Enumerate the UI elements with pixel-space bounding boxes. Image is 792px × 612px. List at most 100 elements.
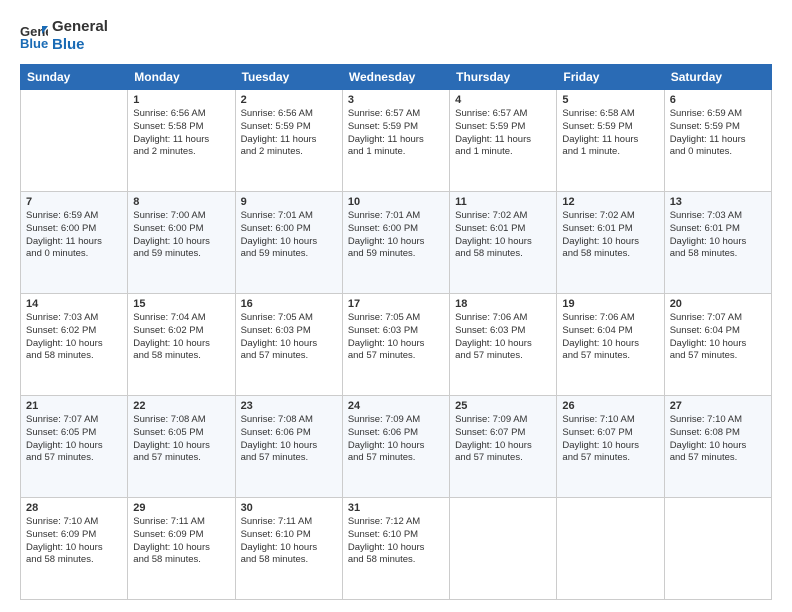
date-number: 16: [241, 298, 337, 310]
cell-text: and 2 minutes.: [241, 146, 337, 159]
cell-text: Sunrise: 7:07 AM: [26, 414, 122, 427]
calendar-cell: 22Sunrise: 7:08 AMSunset: 6:05 PMDayligh…: [128, 396, 235, 498]
week-row-2: 7Sunrise: 6:59 AMSunset: 6:00 PMDaylight…: [21, 192, 772, 294]
calendar-cell: 8Sunrise: 7:00 AMSunset: 6:00 PMDaylight…: [128, 192, 235, 294]
cell-text: Sunrise: 7:06 AM: [455, 312, 551, 325]
cell-text: Sunset: 6:04 PM: [562, 325, 658, 338]
calendar-cell: 29Sunrise: 7:11 AMSunset: 6:09 PMDayligh…: [128, 498, 235, 600]
date-number: 6: [670, 94, 766, 106]
logo-icon: General Blue: [20, 22, 48, 50]
date-number: 1: [133, 94, 229, 106]
cell-text: Sunset: 5:59 PM: [562, 121, 658, 134]
cell-text: Daylight: 10 hours: [670, 440, 766, 453]
date-number: 29: [133, 502, 229, 514]
date-number: 8: [133, 196, 229, 208]
calendar-cell: 14 Sunrise: 7:03 AMSunset: 6:02 PMDayligh…: [21, 294, 128, 396]
date-number: 20: [670, 298, 766, 310]
cell-text: Daylight: 10 hours: [348, 236, 444, 249]
day-header-monday: Monday: [128, 65, 235, 90]
cell-text: and 0 minutes.: [26, 248, 122, 261]
cell-text: and 57 minutes.: [26, 452, 122, 465]
date-number: 25: [455, 400, 551, 412]
cell-text: Sunset: 6:03 PM: [348, 325, 444, 338]
calendar-cell: 24Sunrise: 7:09 AMSunset: 6:06 PMDayligh…: [342, 396, 449, 498]
day-header-thursday: Thursday: [450, 65, 557, 90]
date-number: 26: [562, 400, 658, 412]
cell-text: Sunrise: 7:03 AM: [26, 312, 122, 325]
calendar-cell: 26Sunrise: 7:10 AMSunset: 6:07 PMDayligh…: [557, 396, 664, 498]
cell-text: Daylight: 10 hours: [348, 440, 444, 453]
cell-text: Daylight: 10 hours: [26, 338, 122, 351]
calendar-table: SundayMondayTuesdayWednesdayThursdayFrid…: [20, 64, 772, 600]
cell-text: Sunset: 6:08 PM: [670, 427, 766, 440]
week-row-5: 28Sunrise: 7:10 AMSunset: 6:09 PMDayligh…: [21, 498, 772, 600]
day-header-sunday: Sunday: [21, 65, 128, 90]
calendar-cell: 15Sunrise: 7:04 AMSunset: 6:02 PMDayligh…: [128, 294, 235, 396]
cell-text: and 57 minutes.: [348, 452, 444, 465]
cell-text: Sunset: 6:05 PM: [133, 427, 229, 440]
calendar-cell: 19 Sunrise: 7:06 AMSunset: 6:04 PMDayligh…: [557, 294, 664, 396]
calendar-cell: 28Sunrise: 7:10 AMSunset: 6:09 PMDayligh…: [21, 498, 128, 600]
cell-text: Sunset: 6:01 PM: [562, 223, 658, 236]
svg-text:Blue: Blue: [20, 36, 48, 50]
cell-text: and 58 minutes.: [455, 248, 551, 261]
logo-text: General Blue: [52, 18, 108, 54]
cell-text: Sunrise: 7:10 AM: [562, 414, 658, 427]
cell-text: Sunrise: 6:58 AM: [562, 108, 658, 121]
cell-text: Sunrise: 6:56 AM: [133, 108, 229, 121]
cell-text: Sunset: 6:06 PM: [241, 427, 337, 440]
cell-text: Daylight: 11 hours: [26, 236, 122, 249]
cell-text: Sunrise: 7:07 AM: [670, 312, 766, 325]
date-number: 15: [133, 298, 229, 310]
calendar-cell: 30Sunrise: 7:11 AMSunset: 6:10 PMDayligh…: [235, 498, 342, 600]
cell-text: Daylight: 10 hours: [133, 440, 229, 453]
cell-text: and 57 minutes.: [562, 350, 658, 363]
cell-text: Daylight: 10 hours: [562, 338, 658, 351]
cell-text: Sunrise: 7:12 AM: [348, 516, 444, 529]
cell-text: and 2 minutes.: [133, 146, 229, 159]
calendar-page: General Blue General Blue SundayMondayTu…: [0, 0, 792, 612]
cell-text: Sunset: 5:59 PM: [670, 121, 766, 134]
calendar-cell: [450, 498, 557, 600]
calendar-cell: 1Sunrise: 6:56 AMSunset: 5:58 PMDaylight…: [128, 90, 235, 192]
header-row: SundayMondayTuesdayWednesdayThursdayFrid…: [21, 65, 772, 90]
cell-text: Sunrise: 7:05 AM: [348, 312, 444, 325]
cell-text: Sunset: 6:02 PM: [26, 325, 122, 338]
date-number: 14: [26, 298, 122, 310]
cell-text: and 58 minutes.: [26, 554, 122, 567]
date-number: 19: [562, 298, 658, 310]
cell-text: Sunrise: 6:59 AM: [26, 210, 122, 223]
calendar-cell: 23Sunrise: 7:08 AMSunset: 6:06 PMDayligh…: [235, 396, 342, 498]
date-number: 23: [241, 400, 337, 412]
cell-text: and 57 minutes.: [670, 452, 766, 465]
date-number: 24: [348, 400, 444, 412]
cell-text: Sunrise: 7:06 AM: [562, 312, 658, 325]
date-number: 28: [26, 502, 122, 514]
cell-text: Daylight: 10 hours: [26, 542, 122, 555]
cell-text: Sunrise: 7:08 AM: [133, 414, 229, 427]
date-number: 13: [670, 196, 766, 208]
cell-text: and 0 minutes.: [670, 146, 766, 159]
week-row-3: 14Sunrise: 7:03 AMSunset: 6:02 PMDayligh…: [21, 294, 772, 396]
date-number: 9: [241, 196, 337, 208]
cell-text: Sunrise: 7:08 AM: [241, 414, 337, 427]
cell-text: Sunrise: 7:01 AM: [348, 210, 444, 223]
cell-text: Sunset: 6:01 PM: [670, 223, 766, 236]
cell-text: Sunset: 6:10 PM: [348, 529, 444, 542]
cell-text: Sunset: 6:10 PM: [241, 529, 337, 542]
cell-text: and 57 minutes.: [562, 452, 658, 465]
cell-text: and 1 minute.: [455, 146, 551, 159]
calendar-cell: [557, 498, 664, 600]
cell-text: and 58 minutes.: [670, 248, 766, 261]
cell-text: and 57 minutes.: [241, 350, 337, 363]
date-number: 17: [348, 298, 444, 310]
cell-text: Sunset: 6:00 PM: [26, 223, 122, 236]
cell-text: Sunset: 6:07 PM: [455, 427, 551, 440]
calendar-cell: 2Sunrise: 6:56 AMSunset: 5:59 PMDaylight…: [235, 90, 342, 192]
cell-text: Sunrise: 7:10 AM: [26, 516, 122, 529]
cell-text: Sunset: 6:03 PM: [241, 325, 337, 338]
cell-text: Sunset: 6:00 PM: [348, 223, 444, 236]
cell-text: and 1 minute.: [348, 146, 444, 159]
cell-text: Daylight: 10 hours: [133, 338, 229, 351]
cell-text: and 57 minutes.: [241, 452, 337, 465]
